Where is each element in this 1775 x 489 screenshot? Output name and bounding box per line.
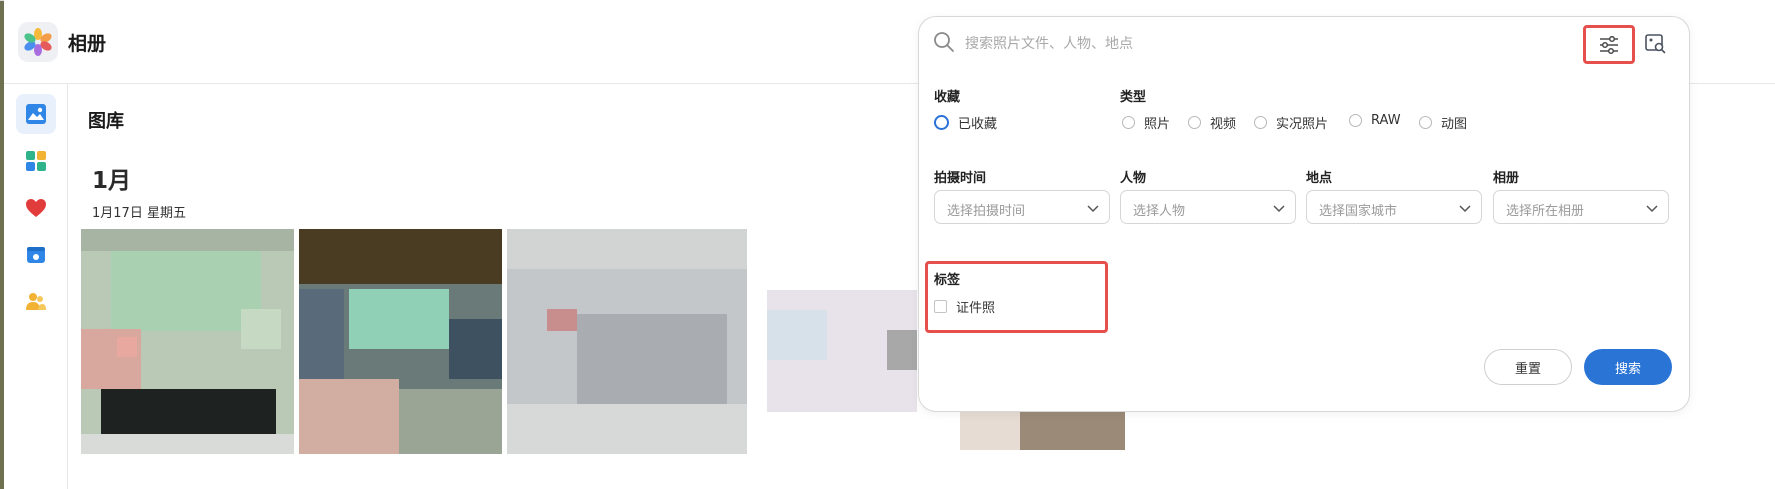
people-label: 人物: [1120, 171, 1147, 186]
album-select[interactable]: 选择所在相册: [1493, 190, 1669, 224]
shot-time-placeholder: 选择拍摄时间: [947, 204, 1026, 219]
type-label: 类型: [1120, 90, 1147, 105]
chevron-down-icon: [1273, 205, 1285, 213]
albums-icon: [26, 151, 46, 171]
sidebar-item-library[interactable]: [16, 94, 56, 134]
filter-toggle-button[interactable]: [1583, 25, 1635, 64]
month-heading: 1月: [92, 168, 132, 194]
photo-thumbnail[interactable]: [299, 229, 502, 454]
type-radio[interactable]: [1419, 116, 1432, 129]
type-option-raw[interactable]: RAW: [1349, 113, 1401, 128]
page-title: 图库: [88, 111, 124, 132]
photo-library-icon: [26, 104, 46, 124]
shot-time-select[interactable]: 选择拍摄时间: [934, 190, 1110, 224]
search-bar: [919, 17, 1689, 69]
people-placeholder: 选择人物: [1133, 204, 1186, 219]
chevron-down-icon: [1646, 205, 1658, 213]
sidebar-item-albums[interactable]: [16, 141, 56, 181]
location-placeholder: 选择国家城市: [1319, 204, 1398, 219]
reset-button[interactable]: 重置: [1484, 349, 1572, 385]
photo-thumbnail[interactable]: [767, 290, 917, 412]
photo-thumbnail[interactable]: [81, 229, 294, 454]
favorites-option[interactable]: 已收藏: [934, 113, 997, 132]
type-option-gif[interactable]: 动图: [1419, 113, 1467, 132]
photo-thumbnail[interactable]: [960, 410, 1125, 450]
search-icon: [934, 32, 954, 52]
app-logo-icon: [18, 22, 58, 62]
memories-icon: [27, 247, 45, 263]
type-option-label: 动图: [1441, 117, 1468, 132]
photo-thumbnail[interactable]: [507, 229, 747, 454]
chevron-down-icon: [1459, 205, 1471, 213]
sidebar-item-memories[interactable]: [16, 235, 56, 275]
sidebar-item-people[interactable]: [16, 282, 56, 322]
people-select[interactable]: 选择人物: [1120, 190, 1296, 224]
location-select[interactable]: 选择国家城市: [1306, 190, 1482, 224]
people-icon: [26, 293, 46, 310]
type-radio[interactable]: [1122, 116, 1135, 129]
type-radio[interactable]: [1254, 116, 1267, 129]
type-radio[interactable]: [1349, 114, 1362, 127]
type-radio[interactable]: [1188, 116, 1201, 129]
type-option-live-photo[interactable]: 实况照片: [1254, 113, 1328, 132]
image-search-button[interactable]: [1643, 31, 1667, 55]
type-option-label: 视频: [1210, 117, 1237, 132]
album-label: 相册: [1493, 171, 1520, 186]
tag-option-id-photo[interactable]: 证件照: [934, 297, 995, 316]
favorites-option-label: 已收藏: [958, 117, 998, 132]
type-option-video[interactable]: 视频: [1188, 113, 1236, 132]
app-title: 相册: [68, 33, 107, 55]
search-input[interactable]: [963, 29, 1447, 59]
location-label: 地点: [1306, 171, 1333, 186]
tag-option-label: 证件照: [956, 301, 996, 316]
tag-checkbox[interactable]: [934, 300, 947, 313]
date-heading: 1月17日 星期五: [92, 206, 186, 221]
image-search-icon: [1645, 34, 1666, 54]
sidebar: [4, 84, 68, 489]
favorites-radio[interactable]: [934, 115, 949, 130]
type-option-label: RAW: [1371, 113, 1401, 128]
favorites-label: 收藏: [934, 90, 961, 105]
favorites-heart-icon: [26, 199, 46, 217]
sidebar-item-favorites[interactable]: [16, 188, 56, 228]
sliders-icon: [1600, 35, 1618, 54]
type-option-label: 照片: [1144, 117, 1171, 132]
tags-label: 标签: [934, 273, 961, 288]
album-placeholder: 选择所在相册: [1506, 204, 1585, 219]
search-button[interactable]: 搜索: [1584, 349, 1672, 385]
shot-time-label: 拍摄时间: [934, 171, 987, 186]
type-option-label: 实况照片: [1276, 117, 1329, 132]
chevron-down-icon: [1087, 205, 1099, 213]
type-option-photo[interactable]: 照片: [1122, 113, 1170, 132]
